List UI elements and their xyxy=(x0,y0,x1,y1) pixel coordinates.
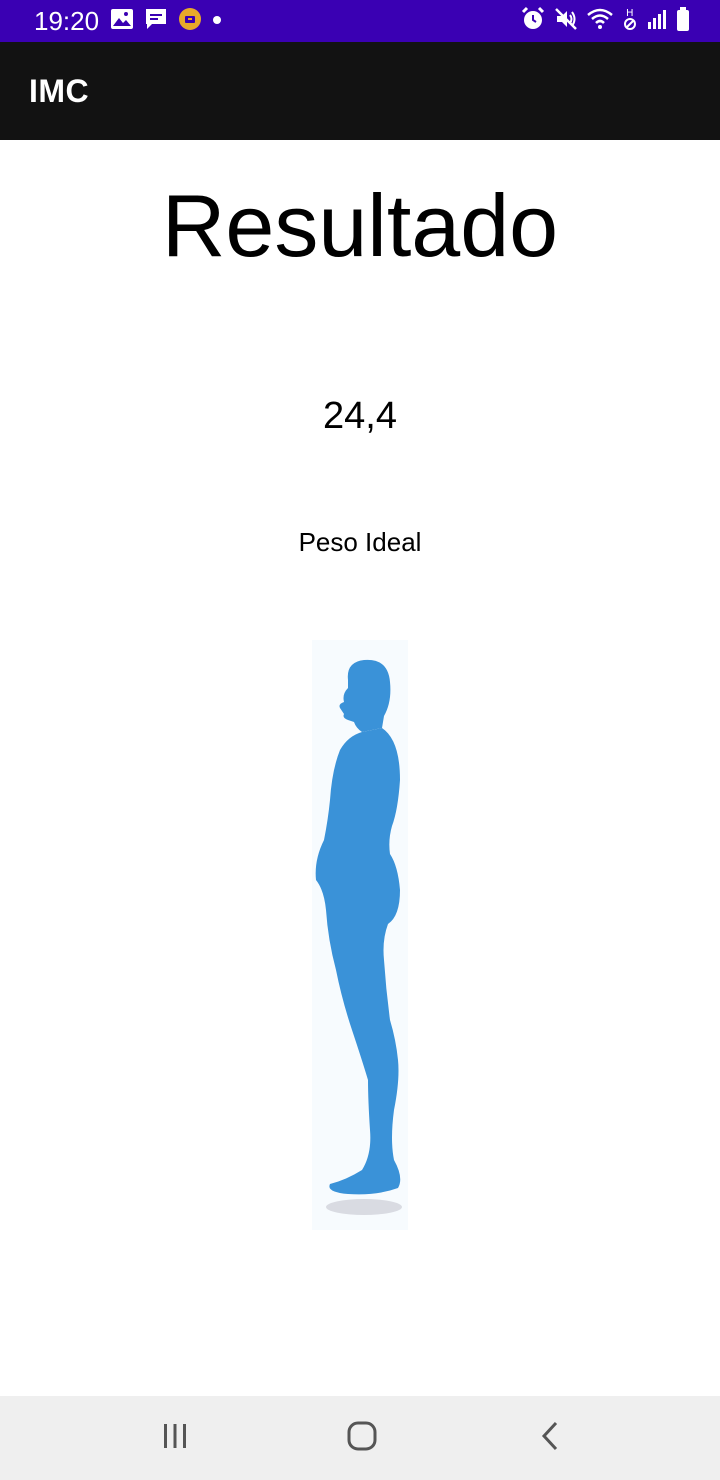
wifi-icon xyxy=(586,7,614,36)
status-time: 19:20 xyxy=(34,6,100,36)
back-icon xyxy=(540,1421,560,1456)
signal-icon xyxy=(646,8,668,35)
status-bar: 19:20 H xyxy=(0,0,720,42)
mute-icon xyxy=(554,7,578,36)
app-title: IMC xyxy=(29,73,90,109)
home-icon xyxy=(347,1421,377,1456)
data-icon: H xyxy=(622,6,638,37)
app-notification-icon xyxy=(178,7,202,36)
bmi-classification: Peso Ideal xyxy=(298,527,422,557)
status-left-icons xyxy=(110,7,222,36)
recent-apps-button[interactable] xyxy=(153,1416,197,1460)
bmi-value: 24,4 xyxy=(323,395,397,437)
alarm-icon xyxy=(520,6,546,37)
status-right-icons: H xyxy=(520,6,690,37)
image-icon xyxy=(110,8,134,35)
result-heading: Resultado xyxy=(161,176,559,275)
battery-icon xyxy=(676,6,690,37)
home-button[interactable] xyxy=(340,1416,384,1460)
navigation-bar xyxy=(0,1396,720,1480)
message-icon xyxy=(144,7,168,36)
recent-apps-icon xyxy=(161,1423,189,1454)
dot-icon xyxy=(212,12,222,30)
back-button[interactable] xyxy=(528,1416,572,1460)
svg-text:H: H xyxy=(626,8,634,19)
screen: 19:20 H IMC Resultado 24,4 Peso Ideal xyxy=(0,0,720,1480)
body-silhouette-icon xyxy=(312,640,408,1230)
app-bar: IMC xyxy=(0,42,720,140)
